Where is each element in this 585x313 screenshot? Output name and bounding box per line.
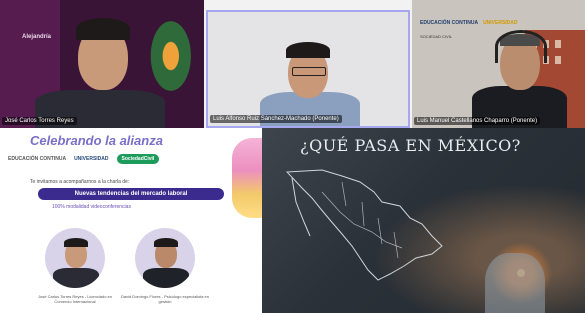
poster-decoration — [232, 138, 262, 218]
poster-headline: Celebrando la alianza — [30, 133, 163, 148]
speaker-caption-1: José Carlos Torres Reyes - Licenciado en… — [38, 294, 112, 304]
logo-universidad: UNIVERSIDAD — [74, 156, 109, 162]
slide-title: ¿QUÉ PASA EN MÉXICO? — [300, 136, 521, 155]
speaker-photo-1 — [45, 228, 105, 288]
poster-logos: EDUCACIÓN CONTINUA UNIVERSIDAD SociedadC… — [8, 154, 160, 164]
participant-name: Luis Alfonso Ruiz Sánchez-Machado (Ponen… — [210, 115, 342, 123]
speaker-caption-2: David Domingo Flores - Psicólogo especia… — [120, 294, 210, 304]
hand-graphic — [485, 253, 545, 313]
participant-tile-3[interactable]: EDUCACIÓN CONTINUA UNIVERSIDAD SOCIEDAD … — [412, 0, 585, 128]
background-text: Alejandría — [22, 34, 52, 40]
participant-tile-1[interactable]: Alejandría José Carlos Torres Reyes — [0, 0, 204, 128]
logo-sub: SOCIEDAD CIVIL — [420, 34, 453, 39]
logo-sociedad-civil: SociedadCivil — [116, 154, 160, 164]
participant-name: José Carlos Torres Reyes — [2, 117, 77, 125]
shared-slide: ¿QUÉ PASA EN MÉXICO? — [262, 128, 585, 313]
logo-left: EDUCACIÓN CONTINUA — [420, 20, 479, 26]
logo-educacion-continua: EDUCACIÓN CONTINUA — [8, 156, 67, 162]
participant-name: Luis Manuel Castellanos Chaparro (Ponent… — [414, 117, 541, 125]
logo-right: UNIVERSIDAD — [483, 20, 518, 26]
background-logos: EDUCACIÓN CONTINUA UNIVERSIDAD — [420, 20, 518, 26]
shared-poster: Celebrando la alianza EDUCACIÓN CONTINUA… — [0, 128, 262, 313]
mexico-map-graphic — [285, 169, 443, 281]
poster-invite-text: Te invitamos a acompañarnos a la charla … — [30, 179, 130, 185]
participant-tile-2-active[interactable]: Luis Alfonso Ruiz Sánchez-Machado (Ponen… — [206, 10, 410, 128]
poster-mode-text: 100% modalidad videoconferencias — [52, 204, 131, 210]
speaker-photo-2 — [135, 228, 195, 288]
poster-talk-title: Nuevas tendencias del mercado laboral — [38, 188, 224, 200]
